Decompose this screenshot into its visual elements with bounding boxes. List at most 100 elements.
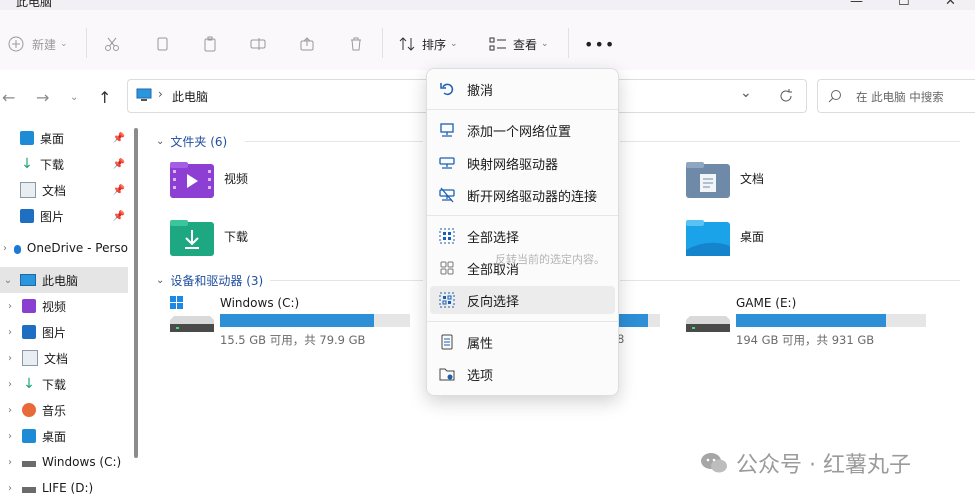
sidebar-item-downloads[interactable]: ↓ 下载 📌 [14,151,128,177]
new-label: 新建 [32,37,57,52]
undo-icon [440,83,454,96]
select-all-icon [439,228,455,244]
chevron-right-icon[interactable]: › [4,405,16,416]
menu-item-label: 选项 [467,368,494,384]
sort-button[interactable]: 排序 ⌄ [398,34,458,54]
devices-group-header[interactable]: ⌄ 设备和驱动器 (3) [156,272,263,289]
copy-button[interactable] [154,34,170,54]
folders-group-header[interactable]: ⌄ 文件夹 (6) [156,133,227,150]
delete-button[interactable] [348,34,364,54]
desktop-icon [22,429,36,443]
menu-item-add-network-location[interactable]: 添加一个网络位置 [430,116,615,144]
forward-arrow-icon[interactable]: → [36,88,49,107]
downloads-folder-icon [170,220,214,256]
sidebar-item-label: 下载 [42,377,67,392]
copy-icon [157,37,168,51]
sidebar-item-documents[interactable]: 文档 📌 [14,177,128,203]
drive-usage-bar [736,314,926,327]
sidebar-item-label: OneDrive - Perso [26,241,128,255]
chevron-right-icon[interactable]: › [4,457,16,468]
wechat-icon [701,453,727,473]
folder-documents[interactable]: 文档 [686,162,764,198]
navigation-pane: 桌面 📌 ↓ 下载 📌 文档 📌 图片 📌 › OneDrive - Perso… [0,122,143,501]
sidebar-item-pictures[interactable]: › 图片 [0,319,128,345]
sidebar-item-documents[interactable]: › 文档 [0,345,128,371]
menu-divider [427,215,618,216]
drive-icon [22,487,36,493]
chevron-right-icon[interactable]: › [4,327,16,338]
chevron-right-icon[interactable]: › [4,353,16,364]
sidebar-item-pictures[interactable]: 图片 📌 [14,203,128,229]
menu-item-map-network-drive[interactable]: 映射网络驱动器 [430,149,615,177]
chevron-down-icon: ⌄ [156,136,165,147]
chevron-right-icon[interactable]: › [4,379,16,390]
chevron-down-icon[interactable]: ⌄ [2,275,14,286]
menu-item-select-all[interactable]: 全部选择 [430,222,615,250]
chevron-right-icon[interactable]: › [2,243,8,254]
drive-usage-bar [220,314,410,327]
sidebar-item-onedrive[interactable]: › OneDrive - Perso [0,235,128,261]
view-button[interactable]: 查看 ⌄ [489,34,549,54]
menu-item-options[interactable]: 选项 [430,360,615,388]
new-button[interactable]: 新建 ⌄ [8,34,68,54]
pin-icon: 📌 [112,158,125,170]
back-arrow-icon[interactable]: ← [2,88,15,107]
chevron-right-icon[interactable]: › [4,483,16,494]
recent-chevron-icon[interactable]: ⌄ [70,92,78,103]
cloud-icon [13,244,21,254]
folder-downloads[interactable]: 下载 [170,220,248,256]
chevron-right-icon[interactable]: › [4,301,16,312]
sidebar-item-videos[interactable]: › 视频 [0,293,128,319]
properties-icon [441,334,453,350]
minimize-button[interactable]: — [850,0,863,9]
chevron-down-icon[interactable]: ⌄ [740,85,752,101]
search-box[interactable]: 在 此电脑 中搜索 [817,79,975,113]
sidebar-item-downloads[interactable]: › ↓ 下载 [0,371,128,397]
document-icon [20,182,36,198]
sidebar-item-music[interactable]: › 音乐 [0,397,128,423]
documents-folder-icon [686,162,730,198]
chevron-down-icon: ⌄ [156,275,165,286]
sidebar-item-this-pc[interactable]: ⌄ 此电脑 [0,267,128,293]
rename-button[interactable] [250,34,266,54]
menu-item-label: 撤消 [467,83,494,99]
maximize-button[interactable]: ☐ [898,0,910,9]
close-button[interactable]: ✕ [945,0,956,9]
menu-item-disconnect-network-drive[interactable]: 断开网络驱动器的连接 [430,181,615,209]
menu-item-invert-selection[interactable]: 反向选择 [430,286,615,314]
sort-arrows-icon [399,37,415,51]
group-divider [620,280,960,281]
picture-icon [22,325,36,339]
up-arrow-icon[interactable]: ↑ [98,88,111,107]
sidebar-item-desktop[interactable]: 桌面 📌 [14,125,128,151]
group-title: 文件夹 (6) [170,135,228,149]
cut-button[interactable] [104,34,120,54]
sidebar-item-label: 下载 [40,157,65,172]
network-location-icon [440,123,454,137]
sidebar-item-label: 文档 [44,351,69,366]
menu-item-label: 全部选择 [467,230,520,246]
desktop-icon [20,131,34,145]
paste-button[interactable] [202,34,218,54]
folder-desktop[interactable]: 桌面 [686,220,764,256]
refresh-icon[interactable] [778,88,794,104]
menu-divider [427,321,618,322]
invert-selection-icon [439,292,455,308]
pin-icon: 📌 [112,184,125,196]
clipboard-icon [204,36,216,52]
share-button[interactable] [299,34,315,54]
sidebar-item-drive-d[interactable]: › LIFE (D:) [0,475,128,501]
folder-videos[interactable]: 视频 [170,162,248,198]
menu-item-properties[interactable]: 属性 [430,328,615,356]
scissors-icon [105,37,119,51]
sidebar-item-desktop[interactable]: › 桌面 [0,423,128,449]
view-list-icon [489,37,506,51]
sidebar-scrollbar[interactable] [134,128,138,458]
sidebar-item-label: 桌面 [40,131,65,146]
breadcrumb[interactable]: 此电脑 [172,88,208,105]
more-options-menu: 撤消 添加一个网络位置 映射网络驱动器 断开网络驱动器的连接 全部选择 全部取消… [426,68,619,396]
chevron-right-icon[interactable]: › [4,431,16,442]
menu-item-undo[interactable]: 撤消 [430,75,615,103]
sidebar-item-drive-c[interactable]: › Windows (C:) [0,449,128,475]
more-options-button[interactable]: ••• [584,34,615,54]
